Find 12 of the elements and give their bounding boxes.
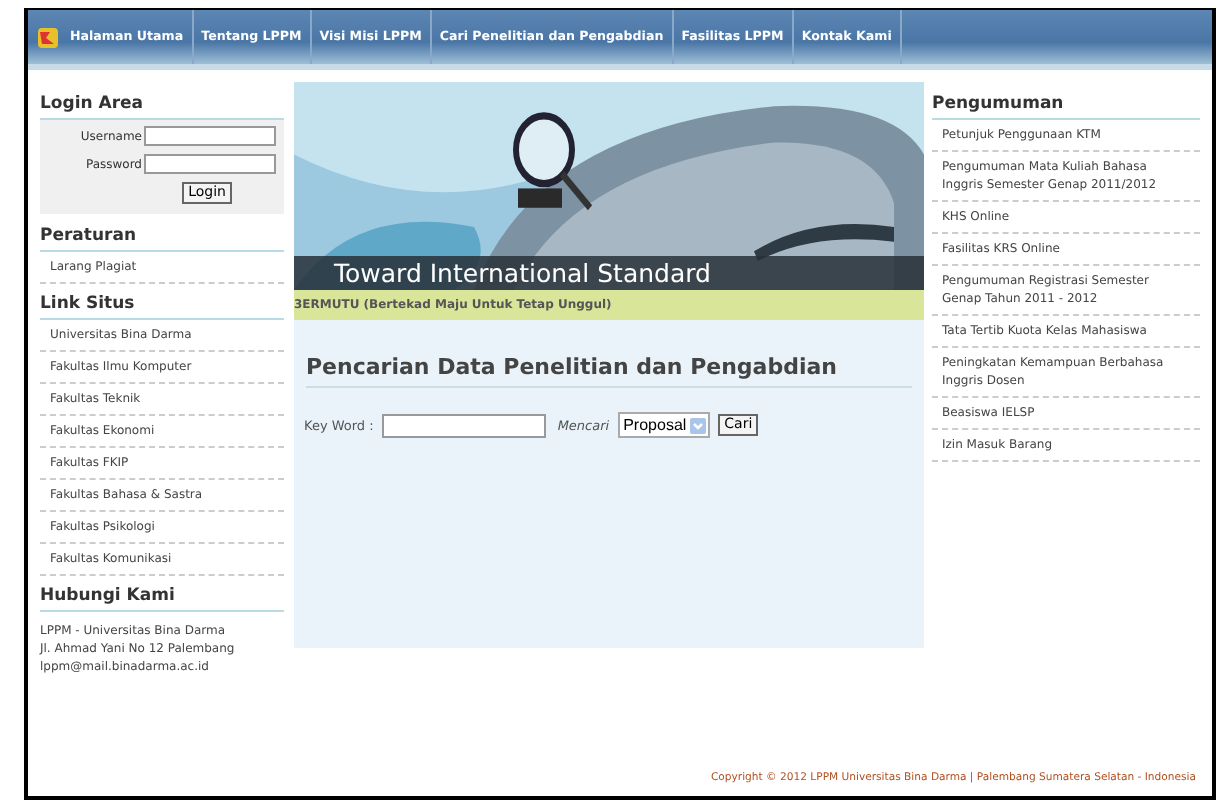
section-title: Link Situs [40, 290, 284, 320]
keyword-field[interactable] [381, 413, 546, 437]
banner-caption: Toward International Standard [294, 256, 924, 290]
search-title: Pencarian Data Penelitian dan Pengabdian [306, 354, 912, 388]
search-type-dropdown[interactable]: Proposal [617, 412, 711, 438]
username-field[interactable] [144, 126, 276, 146]
caret-icon [690, 417, 707, 433]
logo-icon [38, 27, 58, 47]
section-title: Peraturan [40, 222, 284, 252]
password-field[interactable] [144, 154, 276, 174]
section-title: Pengumuman [932, 90, 1200, 120]
section-title: Hubungi Kami [40, 582, 284, 612]
